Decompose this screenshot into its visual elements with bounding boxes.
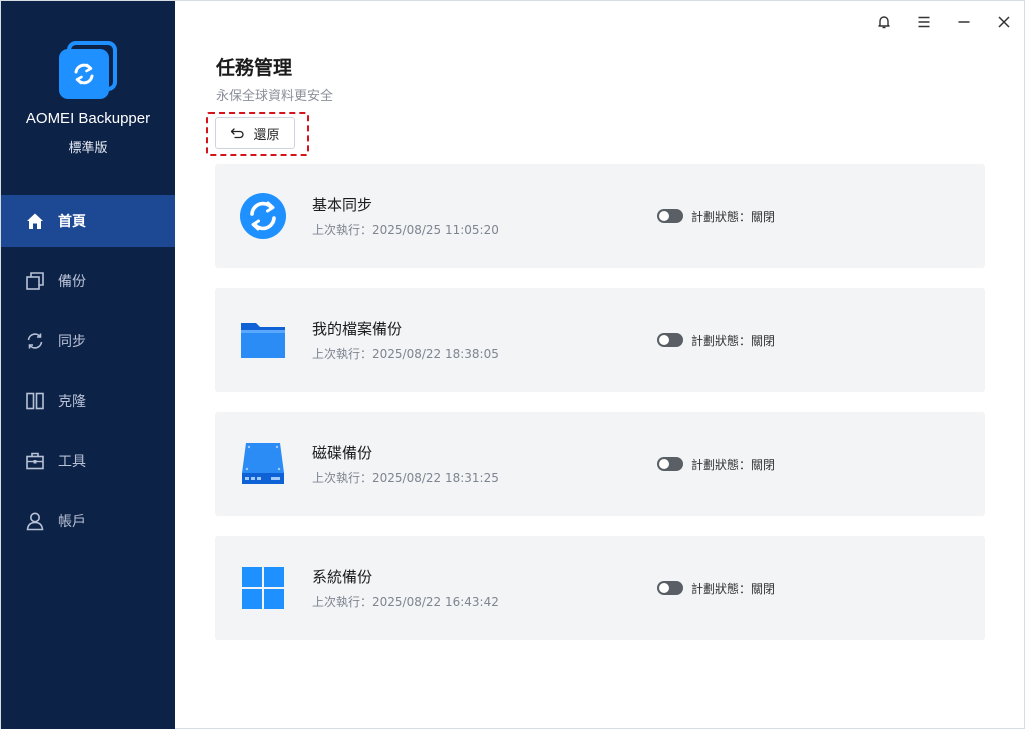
sidebar-item-clone[interactable]: 克隆	[1, 375, 175, 427]
schedule-toggle[interactable]	[657, 581, 683, 595]
sidebar-item-label: 克隆	[58, 394, 86, 410]
account-icon	[25, 511, 45, 531]
sidebar-item-tools[interactable]: 工具	[1, 435, 175, 487]
menu-button[interactable]	[913, 11, 935, 33]
clone-icon	[25, 391, 45, 411]
page-subtitle: 永保全球資料更安全	[216, 89, 334, 104]
sidebar-nav: 首頁 備份 同步 克隆 工具 帳戶	[1, 195, 175, 555]
sidebar-item-label: 備份	[58, 274, 86, 290]
close-icon	[998, 16, 1010, 28]
windows-icon	[239, 564, 287, 612]
schedule-toggle[interactable]	[657, 333, 683, 347]
app-edition: 標準版	[68, 141, 108, 156]
sidebar-item-label: 工具	[58, 454, 86, 470]
sidebar-item-home[interactable]: 首頁	[1, 195, 175, 247]
app-window: AOMEI Backupper 標準版 首頁 備份 同步 克隆 工具 帳戶 任務…	[0, 0, 1025, 729]
sidebar-item-label: 帳戶	[58, 514, 86, 530]
app-name: AOMEI Backupper	[25, 110, 151, 127]
sync-task-icon	[239, 192, 287, 240]
sidebar-item-backup[interactable]: 備份	[1, 255, 175, 307]
disk-icon	[239, 440, 287, 488]
bell-icon	[878, 16, 890, 29]
home-icon	[25, 211, 45, 231]
sync-icon	[25, 331, 45, 351]
close-button[interactable]	[993, 11, 1015, 33]
sidebar-item-account[interactable]: 帳戶	[1, 495, 175, 547]
undo-icon	[230, 127, 245, 139]
schedule-toggle[interactable]	[657, 457, 683, 471]
sidebar: AOMEI Backupper 標準版 首頁 備份 同步 克隆 工具 帳戶	[1, 1, 175, 729]
task-last-run: 上次執行：2025/08/22 18:31:25	[312, 471, 499, 485]
task-name: 系統備份	[312, 568, 373, 586]
sidebar-item-sync[interactable]: 同步	[1, 315, 175, 367]
sidebar-item-label: 首頁	[58, 214, 86, 230]
schedule-toggle[interactable]	[657, 209, 683, 223]
task-card-system-backup[interactable]: 系統備份 上次執行：2025/08/22 16:43:42 計劃狀態：關閉	[215, 536, 985, 640]
task-name: 我的檔案備份	[312, 320, 403, 338]
task-last-run: 上次執行：2025/08/22 18:38:05	[312, 347, 499, 361]
schedule-status: 計劃狀態：關閉	[691, 582, 776, 596]
sidebar-item-label: 同步	[58, 334, 86, 350]
app-logo	[59, 41, 117, 99]
restore-button[interactable]: 還原	[215, 117, 295, 149]
restore-button-label: 還原	[253, 127, 280, 143]
task-last-run: 上次執行：2025/08/22 16:43:42	[312, 595, 499, 609]
schedule-status: 計劃狀態：關閉	[691, 334, 776, 348]
task-last-run: 上次執行：2025/08/25 11:05:20	[312, 223, 499, 237]
task-name: 基本同步	[312, 196, 373, 214]
minimize-icon	[958, 21, 970, 23]
task-card-disk-backup[interactable]: 磁碟備份 上次執行：2025/08/22 18:31:25 計劃狀態：關閉	[215, 412, 985, 516]
task-card-basic-sync[interactable]: 基本同步 上次執行：2025/08/25 11:05:20 計劃狀態：關閉	[215, 164, 985, 268]
notification-button[interactable]	[873, 11, 895, 33]
minimize-button[interactable]	[953, 11, 975, 33]
tools-icon	[25, 451, 45, 471]
menu-icon	[918, 16, 930, 28]
task-card-file-backup[interactable]: 我的檔案備份 上次執行：2025/08/22 18:38:05 計劃狀態：關閉	[215, 288, 985, 392]
logo-sync-icon	[59, 49, 109, 99]
page-title: 任務管理	[216, 57, 293, 79]
backup-icon	[25, 271, 45, 291]
folder-icon	[239, 316, 287, 364]
schedule-status: 計劃狀態：關閉	[691, 458, 776, 472]
task-name: 磁碟備份	[312, 444, 373, 462]
schedule-status: 計劃狀態：關閉	[691, 210, 776, 224]
